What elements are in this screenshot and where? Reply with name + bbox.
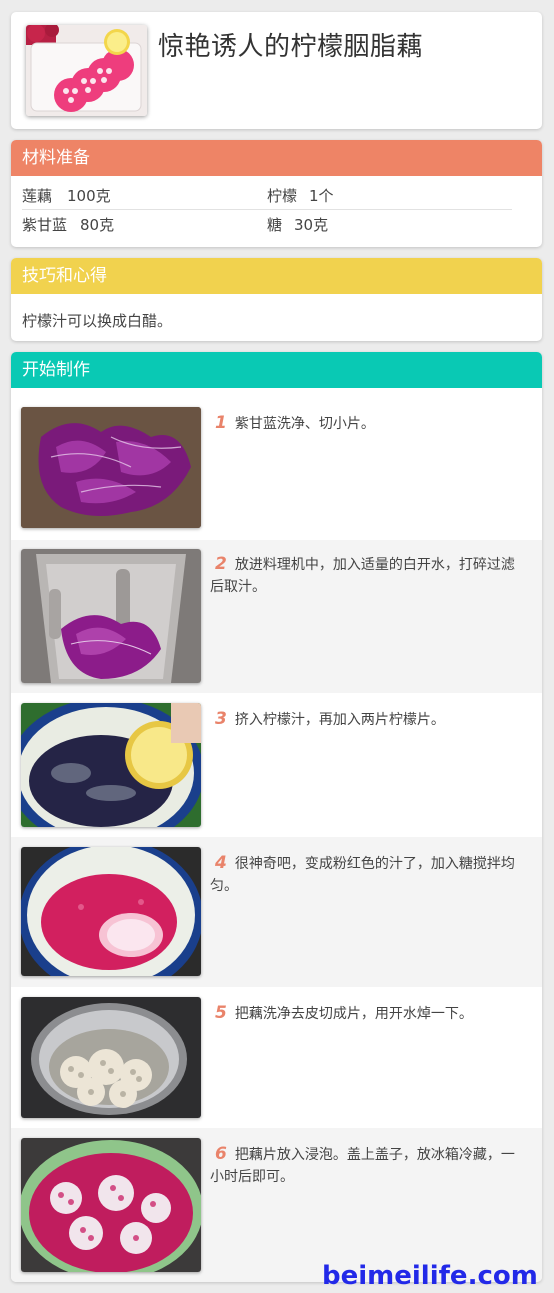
- step-image: [21, 1138, 201, 1272]
- steps-card: 开始制作 1 紫甘蓝洗净、切小片。 2 放进料理机中，加入适量的白开水，打碎过滤…: [11, 352, 542, 1282]
- step-image: [21, 549, 201, 683]
- step-number: 5: [215, 1003, 227, 1023]
- step-item: 2 放进料理机中，加入适量的白开水，打碎过滤后取汁。: [11, 540, 542, 693]
- ingredient-amount: 100克: [67, 187, 111, 205]
- step-number: 4: [215, 853, 227, 873]
- step-number: 6: [215, 1144, 227, 1164]
- step-description: 紫甘蓝洗净、切小片。: [234, 416, 375, 432]
- ingredients-card: 材料准备 莲藕 100克 柠檬 1个 紫甘蓝 80克 糖 30克: [11, 140, 542, 247]
- recipe-cover-image: [26, 25, 147, 116]
- ingredient-amount: 80克: [80, 216, 115, 234]
- step-number: 2: [215, 554, 227, 574]
- step-item: 6 把藕片放入浸泡。盖上盖子，放冰箱冷藏，一小时后即可。: [11, 1128, 542, 1282]
- tips-card: 技巧和心得 柠檬汁可以换成白醋。: [11, 258, 542, 341]
- step-item: 4 很神奇吧，变成粉红色的汁了，加入糖搅拌均匀。: [11, 837, 542, 987]
- site-watermark: beimeilife.com: [322, 1261, 538, 1291]
- ingredient-row: 紫甘蓝 80克 糖 30克: [22, 209, 512, 237]
- step-description: 把藕洗净去皮切成片，用开水焯一下。: [234, 1006, 473, 1022]
- step-item: 5 把藕洗净去皮切成片，用开水焯一下。: [11, 987, 542, 1128]
- tips-text: 柠檬汁可以换成白醋。: [22, 312, 173, 330]
- step-text: 4 很神奇吧，变成粉红色的汁了，加入糖搅拌均匀。: [210, 852, 526, 897]
- step-description: 放进料理机中，加入适量的白开水，打碎过滤后取汁。: [210, 557, 515, 595]
- step-text: 1 紫甘蓝洗净、切小片。: [210, 412, 526, 435]
- step-image: [21, 703, 201, 827]
- recipe-header-card: 惊艳诱人的柠檬胭脂藕: [11, 12, 542, 129]
- recipe-title: 惊艳诱人的柠檬胭脂藕: [158, 32, 424, 62]
- step-image: [21, 997, 201, 1118]
- step-text: 6 把藕片放入浸泡。盖上盖子，放冰箱冷藏，一小时后即可。: [210, 1143, 526, 1188]
- step-image: [21, 407, 201, 528]
- step-description: 把藕片放入浸泡。盖上盖子，放冰箱冷藏，一小时后即可。: [210, 1147, 515, 1185]
- step-text: 3 挤入柠檬汁，再加入两片柠檬片。: [210, 708, 526, 731]
- tips-heading: 技巧和心得: [11, 258, 542, 294]
- step-text: 5 把藕洗净去皮切成片，用开水焯一下。: [210, 1002, 526, 1025]
- ingredient-name: 柠檬: [267, 187, 298, 205]
- ingredients-heading: 材料准备: [11, 140, 542, 176]
- step-text: 2 放进料理机中，加入适量的白开水，打碎过滤后取汁。: [210, 553, 526, 598]
- ingredient-amount: 30克: [294, 216, 329, 234]
- step-number: 3: [215, 709, 227, 729]
- step-item: 1 紫甘蓝洗净、切小片。: [11, 388, 542, 540]
- step-item: 3 挤入柠檬汁，再加入两片柠檬片。: [11, 693, 542, 837]
- step-description: 挤入柠檬汁，再加入两片柠檬片。: [234, 712, 445, 728]
- ingredient-name: 莲藕: [22, 187, 53, 205]
- ingredient-name: 紫甘蓝: [22, 216, 68, 234]
- step-number: 1: [215, 413, 227, 433]
- steps-heading: 开始制作: [11, 352, 542, 388]
- ingredient-amount: 1个: [309, 187, 334, 205]
- ingredient-name: 糖: [267, 216, 283, 234]
- step-description: 很神奇吧，变成粉红色的汁了，加入糖搅拌均匀。: [210, 856, 515, 894]
- step-image: [21, 847, 201, 976]
- ingredient-row: 莲藕 100克 柠檬 1个: [22, 180, 512, 208]
